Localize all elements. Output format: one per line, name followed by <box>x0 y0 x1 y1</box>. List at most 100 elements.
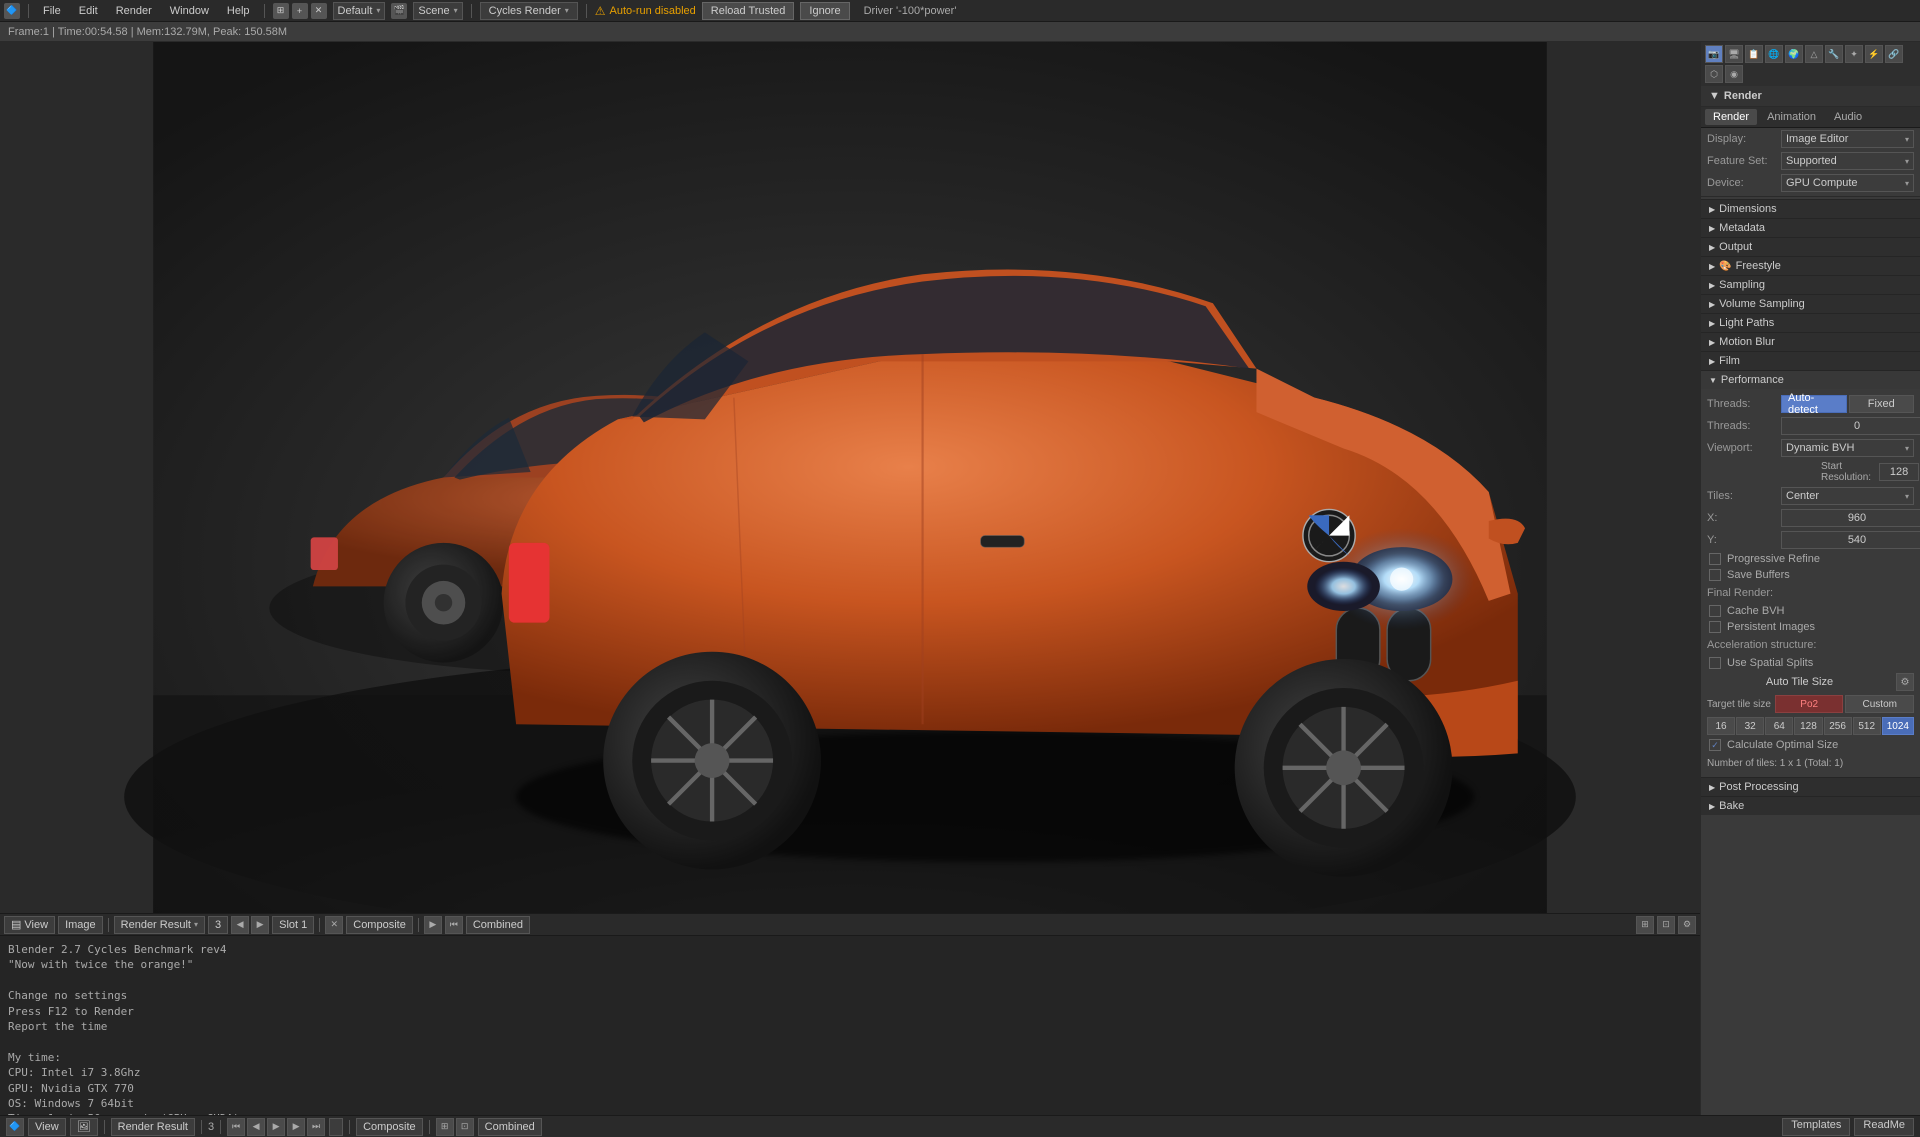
reload-trusted-button[interactable]: Reload Trusted <box>702 2 795 20</box>
tiles-dropdown[interactable]: Center ▾ <box>1781 487 1914 505</box>
material-props-icon[interactable]: ◉ <box>1725 65 1743 83</box>
combined-button[interactable]: Combined <box>466 916 530 934</box>
readme-button[interactable]: ReadMe <box>1854 1118 1914 1136</box>
zoom-icon[interactable]: ⊞ <box>1636 916 1654 934</box>
templates-button[interactable]: Templates <box>1782 1118 1850 1136</box>
fit-icon[interactable]: ⊡ <box>1657 916 1675 934</box>
view-layer-icon[interactable]: 📋 <box>1745 45 1763 63</box>
bottom-combined-button[interactable]: Combined <box>478 1118 542 1136</box>
menu-file[interactable]: File <box>37 3 67 19</box>
save-buffers-checkbox[interactable] <box>1709 569 1721 581</box>
nav-prev-icon[interactable]: ◀ <box>231 916 249 934</box>
light-paths-section[interactable]: ▶ Light Paths <box>1701 313 1920 332</box>
tab-animation[interactable]: Animation <box>1759 109 1824 125</box>
performance-section[interactable]: ▼ Performance <box>1701 370 1920 389</box>
output-section[interactable]: ▶ Output <box>1701 237 1920 256</box>
bake-section[interactable]: ▶ Bake <box>1701 796 1920 815</box>
menu-help[interactable]: Help <box>221 3 256 19</box>
bottom-view-button[interactable]: View <box>28 1118 66 1136</box>
feature-set-dropdown[interactable]: Supported ▾ <box>1781 152 1914 170</box>
tile-512-button[interactable]: 512 <box>1853 717 1881 735</box>
stop-icon[interactable]: ⏮ <box>445 916 463 934</box>
bottom-render-result-dropdown[interactable]: Render Result <box>111 1118 195 1136</box>
dimensions-section[interactable]: ▶ Dimensions <box>1701 199 1920 218</box>
bottom-frame-end-icon[interactable]: ⏭ <box>307 1118 325 1136</box>
workspace-close[interactable]: ✕ <box>311 3 327 19</box>
sampling-label: Sampling <box>1719 279 1765 291</box>
render-result-dropdown[interactable]: Render Result ▾ <box>114 916 205 934</box>
scene-dropdown[interactable]: Scene ▾ <box>413 2 462 20</box>
bottom-frame-step-fwd-icon[interactable]: ▶ <box>287 1118 305 1136</box>
bottom-play-icon[interactable]: ▶ <box>267 1118 285 1136</box>
cancel-render-icon[interactable]: ✕ <box>325 916 343 934</box>
world-props-icon[interactable]: 🌍 <box>1785 45 1803 63</box>
post-processing-section[interactable]: ▶ Post Processing <box>1701 777 1920 796</box>
target-po2-button[interactable]: Po2 <box>1775 695 1844 713</box>
workspace-dropdown[interactable]: Default ▾ <box>333 2 386 20</box>
menu-window[interactable]: Window <box>164 3 215 19</box>
nav-next-icon[interactable]: ▶ <box>251 916 269 934</box>
bottom-slot-button[interactable] <box>329 1118 343 1136</box>
auto-tile-gear-button[interactable]: ⚙ <box>1896 673 1914 691</box>
play-icon[interactable]: ▶ <box>424 916 442 934</box>
bottom-image-button[interactable]: 🖼 <box>70 1118 98 1136</box>
tile-16-button[interactable]: 16 <box>1707 717 1735 735</box>
slot-num[interactable]: 3 <box>208 916 228 934</box>
cache-bvh-checkbox[interactable] <box>1709 605 1721 617</box>
metadata-section[interactable]: ▶ Metadata <box>1701 218 1920 237</box>
console-line-0: Blender 2.7 Cycles Benchmark rev4 <box>8 942 1692 957</box>
ignore-button[interactable]: Ignore <box>800 2 849 20</box>
particle-props-icon[interactable]: ✦ <box>1845 45 1863 63</box>
film-section[interactable]: ▶ Film <box>1701 351 1920 370</box>
calc-optimal-checkbox[interactable]: ✓ <box>1709 739 1721 751</box>
freestyle-section[interactable]: ▶ 🎨 Freestyle <box>1701 256 1920 275</box>
spatial-splits-checkbox[interactable] <box>1709 657 1721 669</box>
composite-button[interactable]: Composite <box>346 916 413 934</box>
tile-32-button[interactable]: 32 <box>1736 717 1764 735</box>
threads-number-input[interactable] <box>1781 417 1920 435</box>
render-props-icon[interactable]: 📷 <box>1705 45 1723 63</box>
threads-fixed-button[interactable]: Fixed <box>1849 395 1915 413</box>
panel-collapse-icon[interactable]: ▼ <box>1709 90 1720 102</box>
tile-128-button[interactable]: 128 <box>1794 717 1822 735</box>
target-custom-button[interactable]: Custom <box>1845 695 1914 713</box>
start-res-input[interactable] <box>1879 463 1919 481</box>
tile-64-button[interactable]: 64 <box>1765 717 1793 735</box>
tiles-x-input[interactable] <box>1781 509 1920 527</box>
tiles-y-row: Y: <box>1701 529 1920 551</box>
bottom-frame-step-back-icon[interactable]: ◀ <box>247 1118 265 1136</box>
tab-render[interactable]: Render <box>1705 109 1757 125</box>
scene-props-icon[interactable]: 🌐 <box>1765 45 1783 63</box>
render-engine-dropdown[interactable]: Cycles Render ▾ <box>480 2 578 20</box>
settings-icon[interactable]: ⚙ <box>1678 916 1696 934</box>
sampling-section[interactable]: ▶ Sampling <box>1701 275 1920 294</box>
persistent-images-checkbox[interactable] <box>1709 621 1721 633</box>
viewport-canvas[interactable] <box>0 42 1700 913</box>
object-props-icon[interactable]: △ <box>1805 45 1823 63</box>
motion-blur-section[interactable]: ▶ Motion Blur <box>1701 332 1920 351</box>
modifier-props-icon[interactable]: 🔧 <box>1825 45 1843 63</box>
progressive-refine-checkbox[interactable] <box>1709 553 1721 565</box>
constraint-props-icon[interactable]: 🔗 <box>1885 45 1903 63</box>
bottom-extra-icon2[interactable]: ⊡ <box>456 1118 474 1136</box>
display-dropdown[interactable]: Image Editor ▾ <box>1781 130 1914 148</box>
tiles-y-input[interactable] <box>1781 531 1920 549</box>
bottom-composite-button[interactable]: Composite <box>356 1118 423 1136</box>
menu-render[interactable]: Render <box>110 3 158 19</box>
data-props-icon[interactable]: ⬡ <box>1705 65 1723 83</box>
slot-label[interactable]: Slot 1 <box>272 916 314 934</box>
tile-1024-button[interactable]: 1024 <box>1882 717 1914 735</box>
threads-auto-button[interactable]: Auto-detect <box>1781 395 1847 413</box>
device-dropdown[interactable]: GPU Compute ▾ <box>1781 174 1914 192</box>
bottom-extra-icon1[interactable]: ⊞ <box>436 1118 454 1136</box>
menu-edit[interactable]: Edit <box>73 3 104 19</box>
tab-audio[interactable]: Audio <box>1826 109 1870 125</box>
physics-props-icon[interactable]: ⚡ <box>1865 45 1883 63</box>
viewport-image-button[interactable]: Image <box>58 916 103 934</box>
viewport-view-button[interactable]: ▤ View <box>4 916 55 934</box>
viewport-bvh-dropdown[interactable]: Dynamic BVH ▾ <box>1781 439 1914 457</box>
tile-256-button[interactable]: 256 <box>1824 717 1852 735</box>
volume-sampling-section[interactable]: ▶ Volume Sampling <box>1701 294 1920 313</box>
bottom-frame-prev-icon[interactable]: ⏮ <box>227 1118 245 1136</box>
output-props-icon[interactable]: 🖥 <box>1725 45 1743 63</box>
